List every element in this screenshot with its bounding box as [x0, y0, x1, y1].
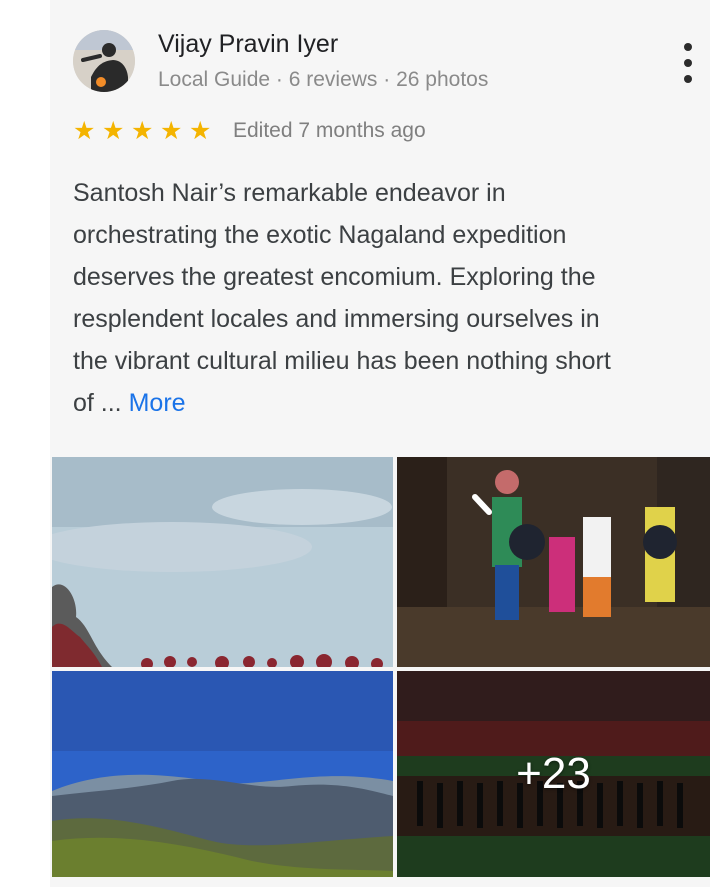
review-line: resplendent locales and immersing oursel…	[73, 305, 600, 333]
review-line: deserves the greatest encomium. Explorin…	[73, 263, 596, 291]
photo-sky[interactable]	[52, 457, 393, 667]
edited-timestamp: Edited 7 months ago	[233, 119, 426, 142]
star-icon: ★	[189, 117, 212, 145]
review-text: Santosh Nair’s remarkable endeavor in or…	[73, 172, 710, 424]
more-link[interactable]: More	[129, 389, 186, 417]
review-line: Santosh Nair’s remarkable endeavor in	[73, 179, 506, 207]
rating-stars: ★ ★ ★ ★ ★	[73, 119, 213, 145]
review-line-last: of ... More	[73, 382, 710, 424]
star-icon: ★	[73, 117, 96, 145]
star-icon: ★	[131, 117, 154, 145]
star-icon: ★	[102, 117, 125, 145]
review-line: the vibrant cultural milieu has been not…	[73, 347, 611, 375]
review-line-end: of ...	[73, 389, 122, 417]
photo-grid: +23	[52, 457, 710, 887]
photo-mountains[interactable]	[52, 671, 393, 877]
photo-festival[interactable]	[397, 671, 710, 877]
review-line: orchestrating the exotic Nagaland expedi…	[73, 221, 567, 249]
author-avatar[interactable]	[73, 30, 135, 92]
photo-costumes[interactable]	[397, 457, 710, 667]
author-meta: Local Guide · 6 reviews · 26 photos	[158, 68, 489, 91]
star-icon: ★	[160, 117, 183, 145]
more-vert-icon[interactable]	[677, 41, 699, 85]
author-name[interactable]: Vijay Pravin Iyer	[158, 30, 338, 59]
